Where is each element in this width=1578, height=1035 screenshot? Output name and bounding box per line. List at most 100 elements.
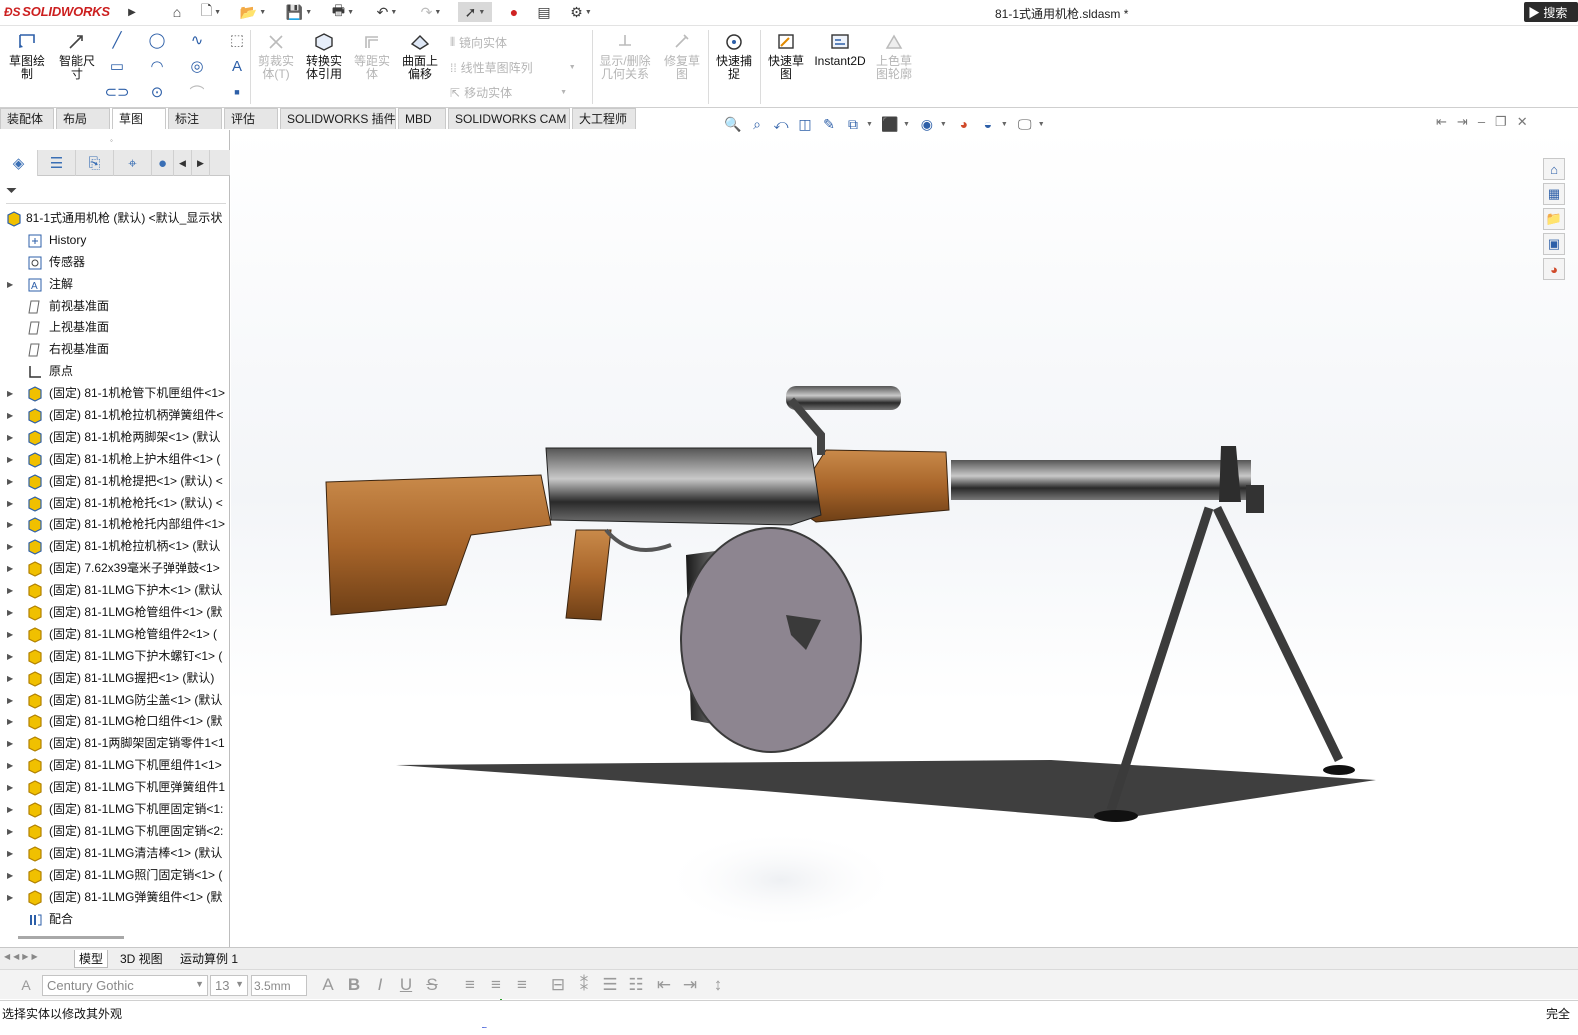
expand-arrow-icon[interactable]: ▶	[7, 449, 13, 471]
font-select[interactable]: Century Gothic ▼	[42, 975, 208, 996]
expand-arrow-icon[interactable]: ▶	[7, 865, 13, 887]
expand-arrow-icon[interactable]: ▶	[7, 646, 13, 668]
line-tool-icon[interactable]: ╱	[106, 30, 128, 50]
tree-item[interactable]: ▶ (固定) 81-1LMG下护木<1> (默认	[0, 580, 230, 602]
text-tool-icon[interactable]: A	[226, 56, 248, 76]
tree-item[interactable]: 传感器	[0, 252, 230, 274]
view-orientation-icon[interactable]: ⧉	[842, 113, 864, 135]
underline-icon[interactable]: U	[394, 974, 418, 996]
increase-indent-icon[interactable]: ⇥	[678, 974, 702, 996]
trim-entities-button[interactable]: 剪裁实体(T)	[254, 32, 298, 81]
tree-item[interactable]: ▶ (固定) 81-1机枪拉机柄弹簧组件<	[0, 405, 230, 427]
display-manager-tab-icon[interactable]: ●	[152, 150, 174, 176]
fillet-tool-icon[interactable]: ⌒	[186, 82, 208, 102]
trigger-guard[interactable]	[604, 528, 672, 552]
view-palette-icon[interactable]: ▣	[1543, 233, 1565, 255]
restore-icon[interactable]: ❐	[1495, 114, 1507, 130]
tab-assembly[interactable]: 装配体	[0, 108, 54, 129]
chevron-right-icon[interactable]: ▶	[192, 150, 210, 176]
display-delete-relations-button[interactable]: 显示/删除几何关系	[596, 32, 654, 81]
expand-arrow-icon[interactable]: ▶	[7, 383, 13, 405]
decrease-indent-icon[interactable]: ⇤	[652, 974, 676, 996]
property-manager-tab-icon[interactable]: ☰	[38, 150, 76, 176]
tab-3d-views[interactable]: 3D 视图	[116, 950, 167, 968]
shaded-sketch-contours-button[interactable]: 上色草图轮廓	[872, 32, 916, 81]
tree-item[interactable]: ▶ (固定) 81-1机枪枪托内部组件<1>	[0, 514, 230, 536]
undo-icon[interactable]: ↶ ▼	[372, 2, 402, 22]
tree-item[interactable]: History	[0, 230, 230, 252]
tree-root[interactable]: 81-1式通用机枪 (默认) <默认_显示状	[0, 208, 230, 230]
line-spacing-icon[interactable]: ↕	[706, 974, 730, 996]
apply-scene-icon[interactable]: ◒	[977, 113, 999, 135]
align-center-icon[interactable]: ≡	[484, 974, 508, 996]
pistol-grip[interactable]	[565, 529, 612, 621]
menu-expand-icon[interactable]: ▶	[126, 2, 138, 22]
mirror-entities-button[interactable]: ⫴ 镜向实体	[450, 34, 507, 51]
slot-tool-icon[interactable]: ⊂⊃	[104, 82, 129, 102]
font-color-icon[interactable]: A	[316, 974, 340, 996]
strikethrough-icon[interactable]: S	[420, 974, 444, 996]
edit-appearance-icon[interactable]: ◕	[953, 113, 975, 135]
carry-handle[interactable]	[786, 386, 901, 455]
spline-tool-icon[interactable]: ∿	[186, 30, 208, 50]
zoom-to-area-icon[interactable]: ⌕	[746, 113, 768, 135]
collapse-left-icon[interactable]: ⇤	[1436, 114, 1447, 130]
rapid-sketch-button[interactable]: 快速草图	[764, 32, 808, 81]
align-right-icon[interactable]: ≡	[510, 974, 534, 996]
file-properties-icon[interactable]: ▤	[534, 2, 554, 22]
expand-arrow-icon[interactable]: ▶	[7, 427, 13, 449]
panel-grip-icon[interactable]: ◦	[110, 136, 113, 145]
tab-sketch[interactable]: 草图	[112, 108, 166, 129]
tree-item[interactable]: ▶ (固定) 81-1LMG枪管组件2<1> (	[0, 624, 230, 646]
machine-gun-model[interactable]	[231, 130, 1578, 947]
expand-arrow-icon[interactable]: ▶	[7, 843, 13, 865]
tree-item[interactable]: 配合	[0, 909, 230, 931]
expand-arrow-icon[interactable]: ▶	[7, 887, 13, 909]
configuration-manager-tab-icon[interactable]: ⎘	[76, 150, 114, 176]
hide-show-items-icon[interactable]: ◉	[916, 113, 938, 135]
tree-item[interactable]: ▶ (固定) 81-1LMG握把<1> (默认)	[0, 668, 230, 690]
tree-filter[interactable]: ⏷	[6, 182, 226, 204]
tree-item[interactable]: ▶ (固定) 81-1机枪枪托<1> (默认) <	[0, 493, 230, 515]
font-size-select[interactable]: 13 ▼	[210, 975, 248, 996]
redo-icon[interactable]: ↷ ▼	[416, 2, 446, 22]
tab-mbd[interactable]: MBD	[398, 108, 446, 129]
tab-model[interactable]: 模型	[74, 950, 109, 968]
instant2d-button[interactable]: Instant2D	[812, 32, 868, 68]
numbering-icon[interactable]: ☷	[624, 974, 648, 996]
tree-item[interactable]: ▶ (固定) 81-1LMG下机匣固定销<2:	[0, 821, 230, 843]
point-tool-icon[interactable]: ■	[226, 82, 248, 102]
expand-arrow-icon[interactable]: ▶	[7, 274, 13, 296]
expand-arrow-icon[interactable]: ▶	[7, 799, 13, 821]
expand-arrow-icon[interactable]: ▶	[7, 690, 13, 712]
section-view-icon[interactable]: ◫	[794, 113, 816, 135]
tree-item[interactable]: ▶ (固定) 81-1LMG下护木螺钉<1> (	[0, 646, 230, 668]
tab-evaluate[interactable]: 评估	[224, 108, 278, 129]
tree-item[interactable]: 原点	[0, 361, 230, 383]
options-gear-icon[interactable]: ⚙ ▼	[564, 2, 598, 22]
expand-arrow-icon[interactable]: ▶	[7, 624, 13, 646]
tree-scrollbar[interactable]	[18, 936, 124, 939]
expand-arrow-icon[interactable]: ▶	[7, 821, 13, 843]
drum-magazine[interactable]	[680, 527, 862, 753]
offset-entities-button[interactable]: 等距实体	[350, 32, 394, 81]
previous-view-icon[interactable]: ⤺	[770, 113, 792, 135]
stack-icon[interactable]: ⁑	[572, 974, 596, 996]
font-height-field[interactable]: 3.5mm	[251, 975, 307, 996]
expand-arrow-icon[interactable]: ▶	[7, 536, 13, 558]
tree-item[interactable]: ▶ (固定) 81-1机枪两脚架<1> (默认	[0, 427, 230, 449]
tree-item[interactable]: 右视基准面	[0, 339, 230, 361]
tab-layout[interactable]: 布局	[56, 108, 110, 129]
bold-icon[interactable]: B	[342, 974, 366, 996]
tree-item[interactable]: ▶ (固定) 81-1LMG防尘盖<1> (默认	[0, 690, 230, 712]
tree-item[interactable]: ▶ (固定) 81-1LMG下机匣固定销<1:	[0, 799, 230, 821]
select-icon[interactable]: ➚ ▼	[458, 2, 492, 22]
collapse-right-icon[interactable]: ⇥	[1457, 114, 1468, 130]
tree-item[interactable]: ▶ (固定) 7.62x39毫米子弹弹鼓<1>	[0, 558, 230, 580]
minimize-icon[interactable]: –	[1478, 114, 1485, 130]
expand-arrow-icon[interactable]: ▶	[7, 777, 13, 799]
expand-arrow-icon[interactable]: ▶	[7, 733, 13, 755]
expand-arrow-icon[interactable]: ▶	[7, 493, 13, 515]
expand-arrow-icon[interactable]: ▶	[7, 755, 13, 777]
fit-text-icon[interactable]: ⊟	[546, 974, 570, 996]
